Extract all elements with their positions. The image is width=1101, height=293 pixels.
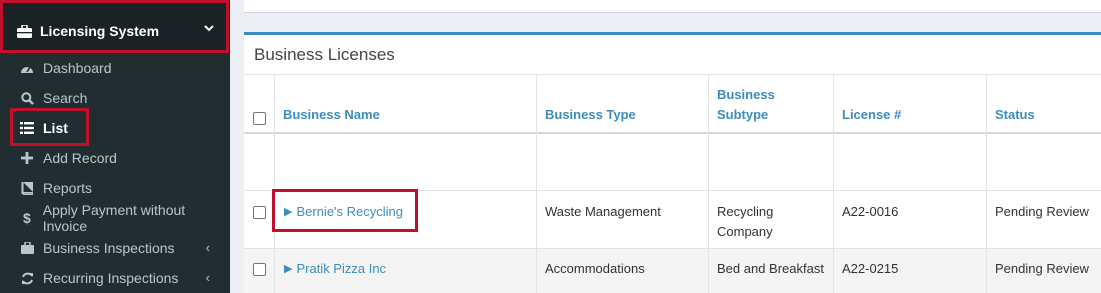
grid-line — [536, 74, 537, 293]
top-box — [244, 0, 1101, 13]
briefcase-icon — [17, 24, 32, 38]
sidebar-item-label: Apply Payment without Invoice — [42, 202, 186, 234]
sidebar-item-list[interactable]: List — [0, 113, 230, 143]
sidebar-header-label: Licensing System — [40, 23, 160, 39]
sidebar-item-label: Add Record — [43, 150, 117, 166]
column-header-business-subtype[interactable]: Business Subtype — [717, 85, 775, 125]
business-licenses-panel: Business Licenses Business Name Business… — [244, 32, 1101, 293]
list-icon — [20, 121, 34, 135]
column-header-status[interactable]: Status — [995, 105, 1035, 125]
business-link-pratik-pizza[interactable]: ▶ Pratik Pizza Inc — [284, 259, 386, 279]
column-header-line: Subtype — [717, 107, 769, 122]
sidebar-item-recurring-inspections[interactable]: Recurring Inspections ‹ — [0, 263, 230, 293]
plus-icon — [20, 151, 34, 165]
book-icon — [20, 181, 34, 195]
sidebar-item-label: Reports — [43, 180, 93, 196]
refresh-icon — [20, 271, 34, 285]
sidebar-item-business-inspections[interactable]: Business Inspections ‹ — [0, 233, 230, 263]
chevron-left-icon[interactable]: ‹ — [206, 270, 210, 285]
business-subtype-cell: Bed and Breakfast — [717, 261, 824, 276]
grid-line — [274, 74, 275, 293]
row-checkbox[interactable] — [253, 263, 266, 276]
sidebar-item-search[interactable]: Search — [0, 83, 230, 113]
sidebar-item-label: List — [43, 120, 68, 136]
sidebar-header-licensing-system[interactable]: Licensing System — [0, 0, 230, 53]
grid-line — [708, 74, 709, 293]
caret-right-icon: ▶ — [284, 206, 293, 218]
column-header-business-type[interactable]: Business Type — [545, 105, 636, 125]
grid-line — [833, 74, 834, 293]
sidebar-item-reports[interactable]: Reports — [0, 173, 230, 203]
column-header-business-name[interactable]: Business Name — [283, 105, 380, 125]
select-all-checkbox[interactable] — [253, 112, 266, 125]
chevron-down-icon[interactable] — [204, 25, 214, 32]
sidebar-item-label: Business Inspections — [43, 240, 175, 256]
sidebar: Licensing System Dashboard Search List A… — [0, 0, 230, 293]
sidebar-item-add-record[interactable]: Add Record — [0, 143, 230, 173]
row-checkbox[interactable] — [253, 206, 266, 219]
grid-line — [986, 74, 987, 293]
business-name: Pratik Pizza Inc — [296, 261, 387, 276]
sidebar-item-dashboard[interactable]: Dashboard — [0, 53, 230, 83]
business-subtype-cell: Recycling Company — [717, 202, 773, 242]
building-icon — [20, 241, 34, 255]
subtype-line: Recycling — [717, 204, 774, 219]
sidebar-item-label: Dashboard — [43, 60, 112, 76]
grid-line — [244, 74, 1101, 75]
status-cell: Pending Review — [995, 204, 1089, 219]
grid-line — [244, 132, 1101, 134]
dollar-icon: $ — [22, 210, 31, 226]
subtype-line: Company — [717, 224, 773, 239]
sidebar-item-label: Search — [43, 90, 88, 106]
search-icon — [20, 91, 34, 105]
sidebar-item-label: Recurring Inspections — [43, 270, 179, 286]
license-cell: A22-0016 — [842, 204, 899, 219]
tachometer-icon — [20, 61, 34, 75]
grid-line — [244, 248, 1101, 249]
status-cell: Pending Review — [995, 261, 1089, 276]
panel-title: Business Licenses — [254, 45, 395, 64]
business-type-cell: Waste Management — [545, 204, 661, 219]
grid-line — [244, 190, 1101, 191]
business-name: Bernie's Recycling — [296, 204, 403, 219]
column-header-line: Business — [717, 87, 775, 102]
business-type-cell: Accommodations — [545, 261, 645, 276]
chevron-left-icon[interactable]: ‹ — [206, 240, 210, 255]
sidebar-item-apply-payment[interactable]: $ Apply Payment without Invoice — [0, 202, 230, 234]
business-link-bernies-recycling[interactable]: ▶ Bernie's Recycling — [284, 202, 403, 222]
caret-right-icon: ▶ — [284, 263, 293, 275]
column-header-license-no[interactable]: License # — [842, 105, 901, 125]
license-cell: A22-0215 — [842, 261, 899, 276]
